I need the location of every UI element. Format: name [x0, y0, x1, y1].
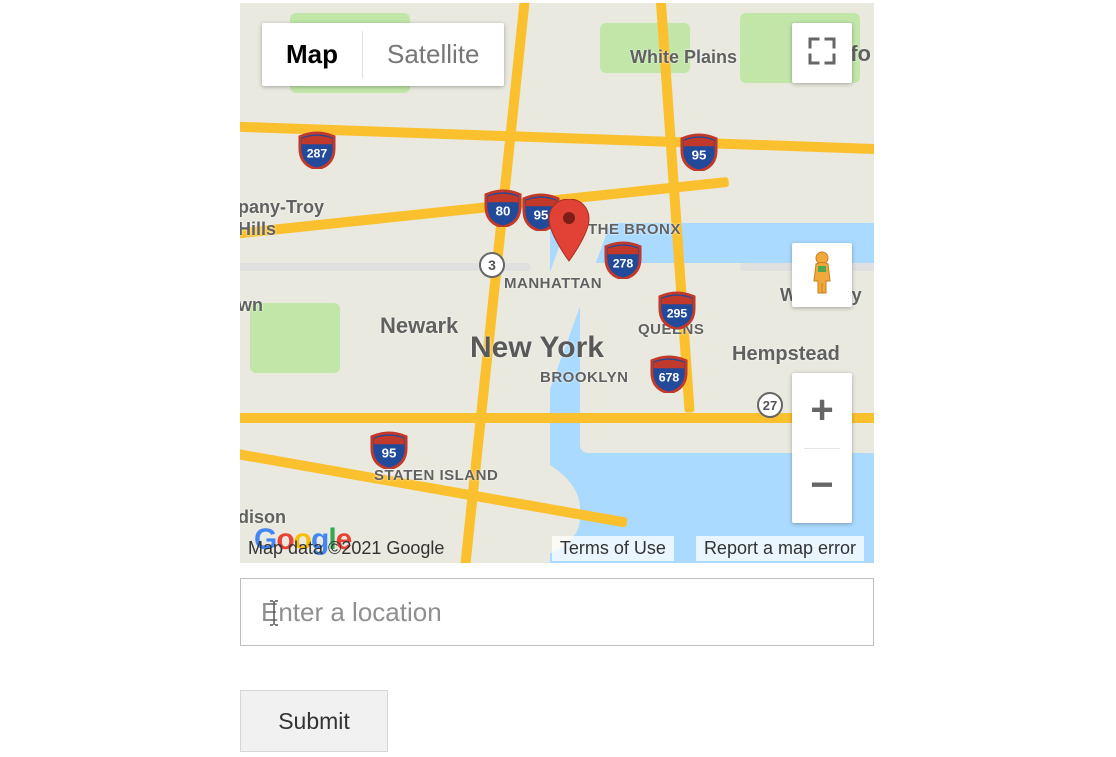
- label-white-plains: White Plains: [630, 47, 737, 68]
- shield-95c: 95: [370, 431, 408, 469]
- svg-text:95: 95: [692, 148, 707, 163]
- label-wn: wn: [240, 295, 263, 316]
- svg-text:3: 3: [488, 257, 496, 273]
- shield-95a: 95: [680, 133, 718, 171]
- submit-button-label: Submit: [278, 708, 350, 735]
- map-canvas[interactable]: White Plains fo pany-Troy Hills wn dison…: [240, 3, 874, 563]
- minus-icon: −: [810, 463, 833, 508]
- shield-3: 3: [478, 251, 506, 279]
- shield-295: 295: [658, 291, 696, 329]
- label-brooklyn: BROOKLYN: [540, 369, 628, 386]
- svg-text:95: 95: [382, 446, 397, 461]
- svg-text:678: 678: [659, 371, 680, 385]
- plus-icon: +: [810, 388, 833, 433]
- map-data-text: Map data ©2021 Google: [240, 536, 452, 561]
- map-type-satellite[interactable]: Satellite: [363, 23, 504, 86]
- map-type-toggle: Map Satellite: [262, 23, 504, 86]
- svg-text:27: 27: [763, 398, 777, 413]
- fullscreen-icon: [808, 37, 836, 70]
- pegman-button[interactable]: [792, 243, 852, 307]
- pegman-icon: [808, 251, 836, 300]
- label-staten-island: STATEN ISLAND: [374, 467, 498, 484]
- label-newark: Newark: [380, 313, 458, 339]
- map-type-map[interactable]: Map: [262, 23, 362, 86]
- shield-678: 678: [650, 355, 688, 393]
- shield-278: 278: [604, 241, 642, 279]
- svg-text:278: 278: [613, 257, 634, 271]
- submit-button[interactable]: Submit: [240, 690, 388, 752]
- label-fo: fo: [850, 41, 871, 67]
- page: { "map": { "type_tabs": { "map": "Map", …: [0, 0, 1116, 757]
- terms-link[interactable]: Terms of Use: [552, 536, 674, 561]
- svg-text:80: 80: [496, 204, 511, 219]
- shield-80: 80: [484, 189, 522, 227]
- fullscreen-button[interactable]: [792, 23, 852, 83]
- label-pany-troy: pany-Troy: [240, 197, 324, 218]
- label-the-bronx: THE BRONX: [588, 221, 681, 238]
- map-attribution: Map data ©2021 Google Terms of Use Repor…: [240, 533, 874, 563]
- zoom-control: + −: [792, 373, 852, 523]
- label-hempstead: Hempstead: [732, 343, 840, 366]
- park-4: [250, 303, 340, 373]
- shield-287: 287: [298, 131, 336, 169]
- label-manhattan: MANHATTAN: [504, 275, 602, 292]
- shield-27: 27: [756, 391, 784, 419]
- report-link[interactable]: Report a map error: [696, 536, 864, 561]
- label-hills: Hills: [240, 219, 276, 240]
- map-pin-icon[interactable]: [547, 199, 591, 263]
- zoom-out-button[interactable]: −: [792, 449, 852, 524]
- zoom-in-button[interactable]: +: [792, 373, 852, 448]
- svg-text:295: 295: [667, 307, 688, 321]
- svg-text:287: 287: [307, 147, 328, 161]
- label-new-york: New York: [470, 331, 604, 365]
- location-input[interactable]: [240, 578, 874, 646]
